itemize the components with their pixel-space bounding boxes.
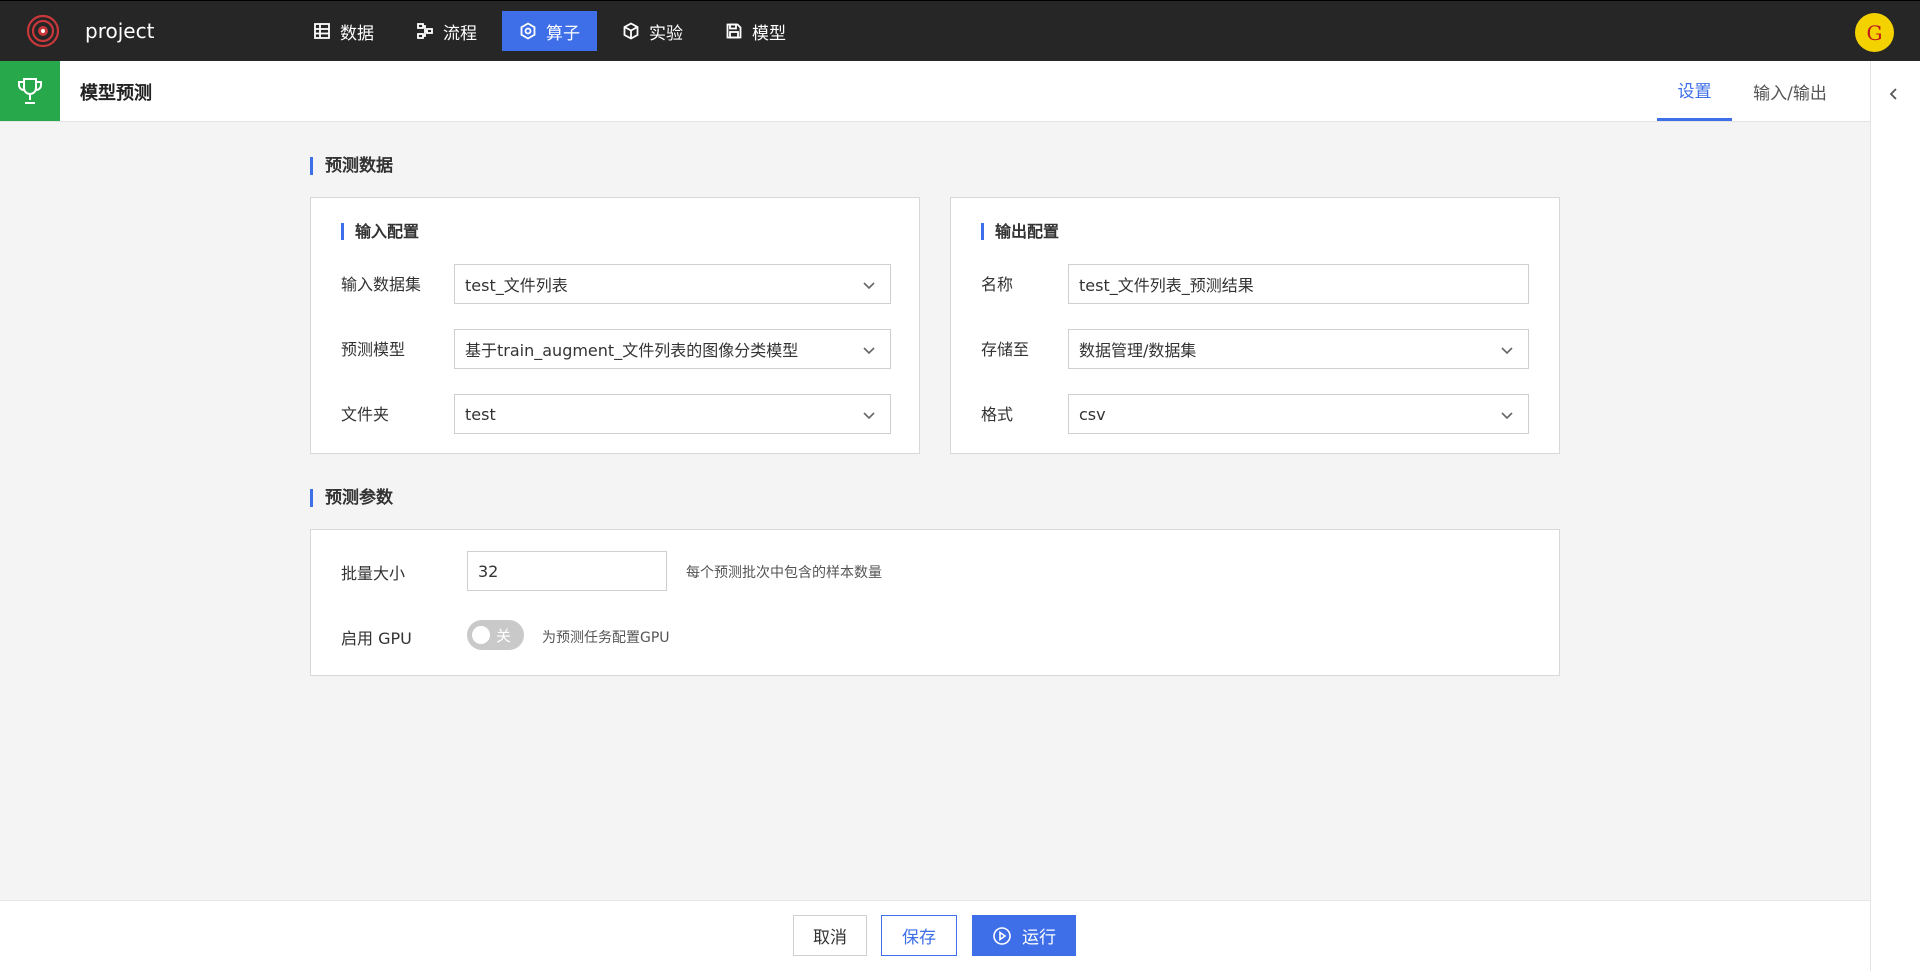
output-name-label: 名称 [981,275,1014,294]
page-header: 模型预测 设置 输入/输出 [0,61,1870,122]
batch-size-hint: 每个预测批次中包含的样本数量 [686,565,882,581]
hexagon-icon [520,22,536,40]
predict-model-label: 预测模型 [341,340,406,359]
chevron-left-icon[interactable] [1885,85,1903,103]
card-title-output-config: 输出配置 [981,223,1059,240]
right-collapsed-panel [1870,61,1920,971]
save-button[interactable]: 保存 [881,915,957,956]
input-config-card: 输入配置 输入数据集 test_文件列表 预测模型 基于train_augmen… [310,197,920,454]
predict-model-value: 基于train_augment_文件列表的图像分类模型 [465,341,799,360]
nav-item-label: 实验 [649,23,683,44]
operator-badge [0,61,60,121]
project-name[interactable]: project [85,19,154,43]
store-to-select[interactable]: 数据管理/数据集 [1068,329,1529,369]
nav-item-label: 算子 [546,23,580,44]
batch-size-label: 批量大小 [341,564,406,583]
chevron-down-icon [863,282,875,290]
format-label: 格式 [981,405,1014,424]
run-button[interactable]: 运行 [972,915,1076,956]
output-config-card: 输出配置 名称 test_文件列表_预测结果 存储至 数据管理/数据集 格式 c… [950,197,1560,454]
batch-size-input[interactable]: 32 [467,551,667,591]
run-button-label: 运行 [1022,928,1056,948]
gpu-hint: 为预测任务配置GPU [542,630,670,646]
toggle-knob [472,626,490,644]
user-avatar[interactable]: G [1855,13,1894,52]
folder-select[interactable]: test [454,394,891,434]
top-navigation-bar: project 数据 流程 算子 实验 模型 G [0,0,1920,61]
input-dataset-select[interactable]: test_文件列表 [454,264,891,304]
format-select[interactable]: csv [1068,394,1529,434]
table-icon [314,23,330,39]
nav-item-model[interactable]: 模型 [708,11,803,51]
page-title: 模型预测 [80,83,152,104]
save-icon [726,23,742,39]
cube-icon [623,22,639,40]
toggle-state-text: 关 [496,627,512,645]
section-title-predict-params: 预测参数 [310,489,393,507]
folder-label: 文件夹 [341,405,390,424]
trophy-icon [18,78,42,104]
chevron-down-icon [863,347,875,355]
gpu-toggle[interactable]: 关 [467,620,524,650]
output-name-input[interactable]: test_文件列表_预测结果 [1068,264,1529,304]
input-dataset-label: 输入数据集 [341,275,422,294]
nav-item-label: 流程 [443,23,477,44]
input-dataset-value: test_文件列表 [465,276,568,295]
nav-item-data[interactable]: 数据 [296,11,391,51]
flow-icon [417,23,433,39]
predict-params-card: 批量大小 32 每个预测批次中包含的样本数量 启用 GPU 关 为预测任务配置G… [310,529,1560,676]
card-title-input-config: 输入配置 [341,223,419,240]
nav-item-operator[interactable]: 算子 [502,11,597,51]
cancel-button[interactable]: 取消 [793,915,867,956]
section-title-predict-data: 预测数据 [310,157,393,175]
folder-value: test [465,404,496,424]
predict-model-select[interactable]: 基于train_augment_文件列表的图像分类模型 [454,329,891,369]
play-circle-icon [993,926,1011,945]
tab-input-output[interactable]: 输入/输出 [1740,61,1840,121]
chevron-down-icon [1501,412,1513,420]
nav-item-label: 数据 [340,23,374,44]
chevron-down-icon [1501,347,1513,355]
app-logo-icon[interactable] [26,14,60,48]
tab-settings[interactable]: 设置 [1657,61,1732,121]
nav-item-label: 模型 [752,23,786,44]
store-to-value: 数据管理/数据集 [1079,341,1197,360]
nav-item-flow[interactable]: 流程 [399,11,494,51]
main-nav: 数据 流程 算子 实验 模型 [296,11,811,51]
nav-item-experiment[interactable]: 实验 [605,11,700,51]
chevron-down-icon [863,412,875,420]
format-value: csv [1079,404,1106,424]
gpu-label: 启用 GPU [341,629,412,648]
store-to-label: 存储至 [981,340,1030,359]
